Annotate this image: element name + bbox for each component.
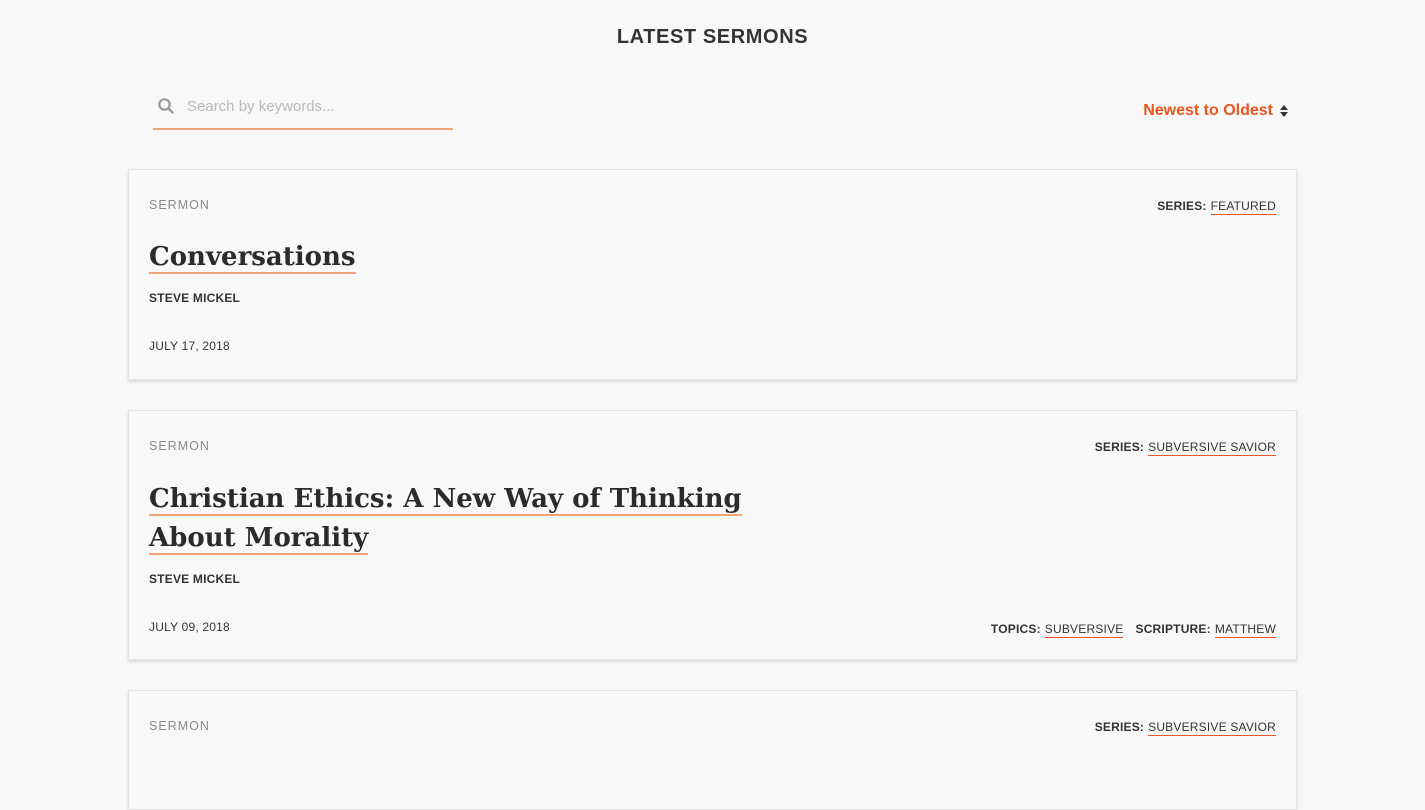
- sermon-title-line2[interactable]: About Morality: [149, 523, 369, 555]
- topics-label: TOPICS:: [990, 622, 1041, 636]
- series-info: SERIES: SUBVERSIVE SAVIOR: [1094, 440, 1276, 456]
- page-title: LATEST SERMONS: [616, 26, 809, 48]
- search-bar: [153, 88, 453, 130]
- scripture-label: SCRIPTURE:: [1135, 622, 1211, 636]
- series-label: SERIES:: [1094, 440, 1145, 454]
- series-info: SERIES: FEATURED: [1157, 199, 1276, 215]
- sermon-title[interactable]: Conversations: [149, 238, 356, 277]
- sermon-title-link[interactable]: Conversations: [149, 242, 356, 274]
- sermon-card: SERMON SERIES: SUBVERSIVE SAVIOR: [128, 690, 1297, 810]
- sermon-date: JULY 09, 2018: [149, 620, 230, 634]
- scripture-link[interactable]: MATTHEW: [1214, 622, 1276, 638]
- series-label: SERIES:: [1157, 199, 1207, 213]
- sort-label: Newest to Oldest: [1143, 102, 1273, 119]
- sermon-date: JULY 17, 2018: [149, 339, 230, 353]
- search-input[interactable]: [187, 94, 447, 118]
- series-link[interactable]: SUBVERSIVE SAVIOR: [1148, 720, 1276, 736]
- sermon-type: SERMON: [149, 439, 210, 453]
- series-link[interactable]: FEATURED: [1210, 199, 1276, 215]
- search-icon: [157, 97, 175, 115]
- sort-dropdown[interactable]: Newest to Oldest: [1143, 102, 1288, 120]
- series-link[interactable]: SUBVERSIVE SAVIOR: [1148, 440, 1276, 456]
- sort-arrows-icon: [1280, 105, 1288, 117]
- sermon-card: SERMON SERIES: SUBVERSIVE SAVIOR Christia…: [128, 410, 1297, 660]
- sermon-title[interactable]: Christian Ethics: A New Way of Thinking …: [149, 480, 742, 558]
- topic-link[interactable]: SUBVERSIVE: [1044, 622, 1124, 638]
- sermon-type: SERMON: [149, 198, 210, 212]
- series-info: SERIES: SUBVERSIVE SAVIOR: [1094, 720, 1276, 736]
- sermon-speaker: STEVE MICKEL: [149, 572, 241, 586]
- sermon-type: SERMON: [149, 719, 210, 733]
- sermon-meta: TOPICS: SUBVERSIVE SCRIPTURE: MATTHEW: [990, 622, 1276, 638]
- sermon-title-line1[interactable]: Christian Ethics: A New Way of Thinking: [149, 484, 742, 516]
- sermon-card: SERMON SERIES: FEATURED Conversations STE…: [128, 169, 1297, 380]
- sermon-speaker: STEVE MICKEL: [149, 291, 241, 305]
- series-label: SERIES:: [1094, 720, 1145, 734]
